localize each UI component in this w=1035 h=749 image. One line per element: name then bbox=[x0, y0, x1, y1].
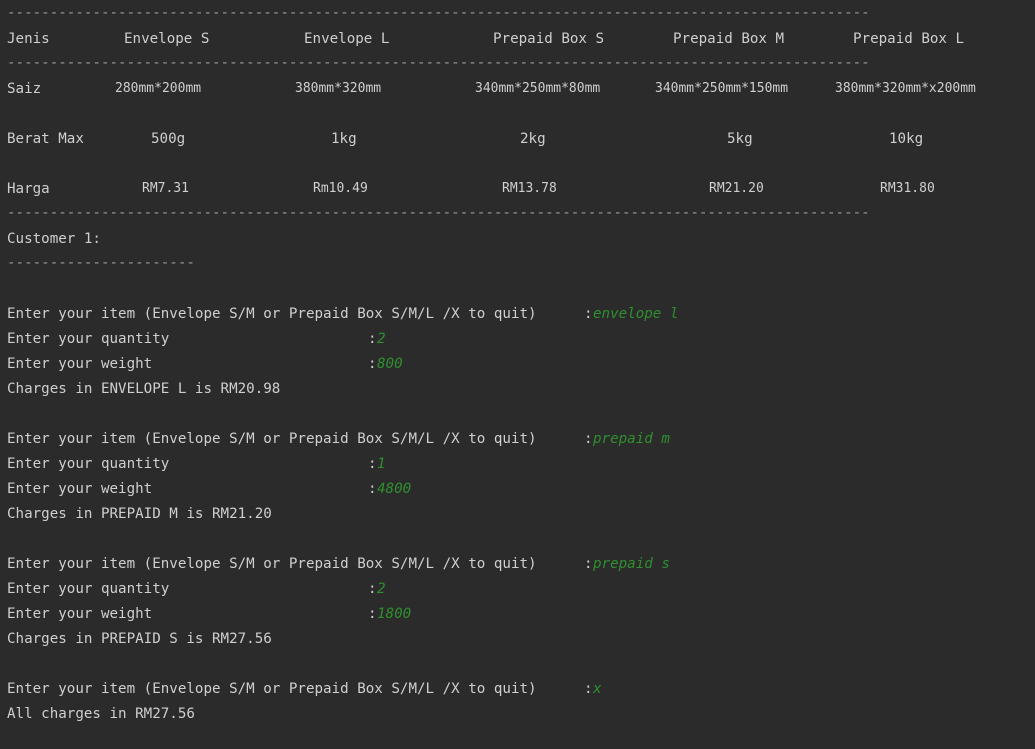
input-weight[interactable]: 1800 bbox=[377, 604, 411, 624]
header-prepaid-box-l: Prepaid Box L bbox=[853, 31, 965, 47]
prompt-colon: : bbox=[584, 556, 593, 572]
harga-prepaid-s: RM13.78 bbox=[502, 181, 557, 196]
row-label-saiz: Saiz bbox=[7, 81, 42, 97]
prompt-colon: : bbox=[368, 356, 377, 372]
saiz-prepaid-m: 340mm*250mm*150mm bbox=[655, 81, 789, 96]
input-quantity[interactable]: 1 bbox=[377, 454, 386, 474]
prompt-colon: : bbox=[584, 681, 593, 697]
separator-line-short: ---------------------- bbox=[7, 255, 195, 271]
prompt-weight: Enter your weight bbox=[7, 481, 153, 497]
berat-envelope-s: 500g bbox=[151, 131, 186, 147]
input-weight[interactable]: 800 bbox=[377, 354, 403, 374]
berat-envelope-l: 1kg bbox=[331, 131, 357, 147]
berat-prepaid-m: 5kg bbox=[727, 131, 753, 147]
header-prepaid-box-s: Prepaid Box S bbox=[493, 31, 605, 47]
result-line: Charges in ENVELOPE L is RM20.98 bbox=[7, 381, 281, 397]
saiz-prepaid-l: 380mm*320mm*x200mm bbox=[835, 81, 976, 96]
input-quantity[interactable]: 2 bbox=[377, 329, 386, 349]
input-item[interactable]: prepaid s bbox=[593, 554, 670, 574]
prompt-item: Enter your item (Envelope S/M or Prepaid… bbox=[7, 556, 537, 572]
row-label-berat: Berat Max bbox=[7, 131, 84, 147]
input-weight[interactable]: 4800 bbox=[377, 479, 411, 499]
prompt-colon: : bbox=[368, 331, 377, 347]
harga-envelope-l: Rm10.49 bbox=[313, 181, 368, 196]
input-item[interactable]: prepaid m bbox=[593, 429, 670, 449]
input-item-quit[interactable]: x bbox=[593, 679, 602, 699]
saiz-prepaid-s: 340mm*250mm*80mm bbox=[475, 81, 601, 96]
result-line: Charges in PREPAID S is RM27.56 bbox=[7, 631, 272, 647]
prompt-weight: Enter your weight bbox=[7, 606, 153, 622]
separator-line: ----------------------------------------… bbox=[7, 55, 870, 71]
prompt-item: Enter your item (Envelope S/M or Prepaid… bbox=[7, 431, 537, 447]
header-envelope-l: Envelope L bbox=[304, 31, 390, 47]
input-item[interactable]: envelope l bbox=[593, 304, 678, 324]
prompt-quantity: Enter your quantity bbox=[7, 456, 170, 472]
header-envelope-s: Envelope S bbox=[124, 31, 210, 47]
input-quantity[interactable]: 2 bbox=[377, 579, 386, 599]
header-prepaid-box-m: Prepaid Box M bbox=[673, 31, 785, 47]
prompt-colon: : bbox=[368, 581, 377, 597]
prompt-quantity: Enter your quantity bbox=[7, 581, 170, 597]
prompt-quantity: Enter your quantity bbox=[7, 331, 170, 347]
prompt-item: Enter your item (Envelope S/M or Prepaid… bbox=[7, 681, 537, 697]
harga-prepaid-m: RM21.20 bbox=[709, 181, 764, 196]
result-line: Charges in PREPAID M is RM21.20 bbox=[7, 506, 272, 522]
saiz-envelope-l: 380mm*320mm bbox=[295, 81, 382, 96]
row-label-harga: Harga bbox=[7, 181, 50, 197]
berat-prepaid-l: 10kg bbox=[889, 131, 924, 147]
saiz-envelope-s: 280mm*200mm bbox=[115, 81, 202, 96]
harga-envelope-s: RM7.31 bbox=[142, 181, 189, 196]
header-jenis: Jenis bbox=[7, 31, 50, 47]
harga-prepaid-l: RM31.80 bbox=[880, 181, 935, 196]
prompt-colon: : bbox=[368, 606, 377, 622]
prompt-colon: : bbox=[368, 456, 377, 472]
berat-prepaid-s: 2kg bbox=[520, 131, 546, 147]
prompt-colon: : bbox=[368, 481, 377, 497]
console-output: ----------------------------------------… bbox=[0, 0, 1035, 749]
prompt-weight: Enter your weight bbox=[7, 356, 153, 372]
customer-label: Customer 1: bbox=[7, 231, 101, 247]
total-charges: All charges in RM27.56 bbox=[7, 706, 195, 722]
separator-line: ----------------------------------------… bbox=[7, 5, 870, 21]
prompt-colon: : bbox=[584, 431, 593, 447]
separator-line: ----------------------------------------… bbox=[7, 205, 870, 221]
prompt-colon: : bbox=[584, 306, 593, 322]
prompt-item: Enter your item (Envelope S/M or Prepaid… bbox=[7, 306, 537, 322]
